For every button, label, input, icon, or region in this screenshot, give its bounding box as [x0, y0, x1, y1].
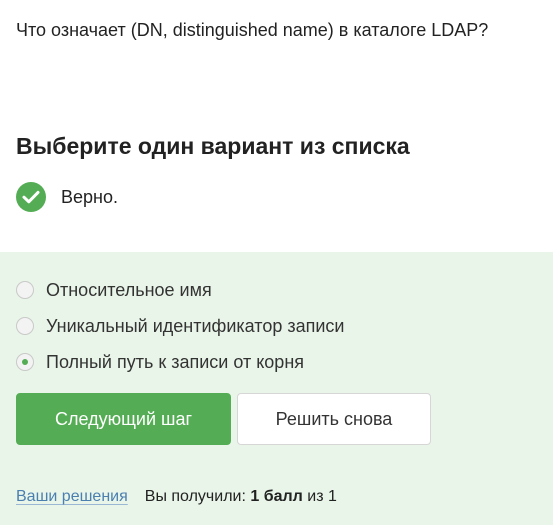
score-text: Вы получили: 1 балл из 1	[145, 486, 337, 508]
options-list: Относительное имя Уникальный идентификат…	[16, 272, 344, 380]
option-full-path[interactable]: Полный путь к записи от корня	[16, 344, 344, 380]
score-prefix: Вы получили:	[144, 488, 246, 505]
question-text: Что означает (DN, distinguished name) в …	[16, 20, 489, 40]
option-unique-identifier[interactable]: Уникальный идентификатор записи	[16, 308, 344, 344]
option-label: Относительное имя	[46, 279, 212, 300]
next-step-button[interactable]: Следующий шаг	[16, 393, 231, 445]
instruction-heading: Выберите один вариант из списка	[16, 133, 410, 159]
radio-selected-dot	[22, 359, 28, 365]
radio-button[interactable]	[16, 317, 34, 335]
option-label: Полный путь к записи от корня	[46, 351, 305, 372]
score-suffix: из 1	[307, 488, 337, 505]
score-footer: Ваши решения Вы получили: 1 балл из 1	[16, 486, 337, 508]
answer-panel: Относительное имя Уникальный идентификат…	[0, 252, 553, 525]
solve-again-button[interactable]: Решить снова	[237, 393, 431, 445]
result-text: Верно.	[61, 186, 118, 207]
check-icon	[16, 182, 46, 212]
option-label: Уникальный идентификатор записи	[46, 315, 345, 336]
radio-button-selected[interactable]	[16, 353, 34, 371]
radio-button[interactable]	[16, 281, 34, 299]
result-status: Верно.	[16, 182, 118, 212]
score-value: 1 балл	[250, 488, 303, 505]
option-relative-name[interactable]: Относительное имя	[16, 272, 344, 308]
your-solutions-link[interactable]: Ваши решения	[16, 486, 128, 508]
